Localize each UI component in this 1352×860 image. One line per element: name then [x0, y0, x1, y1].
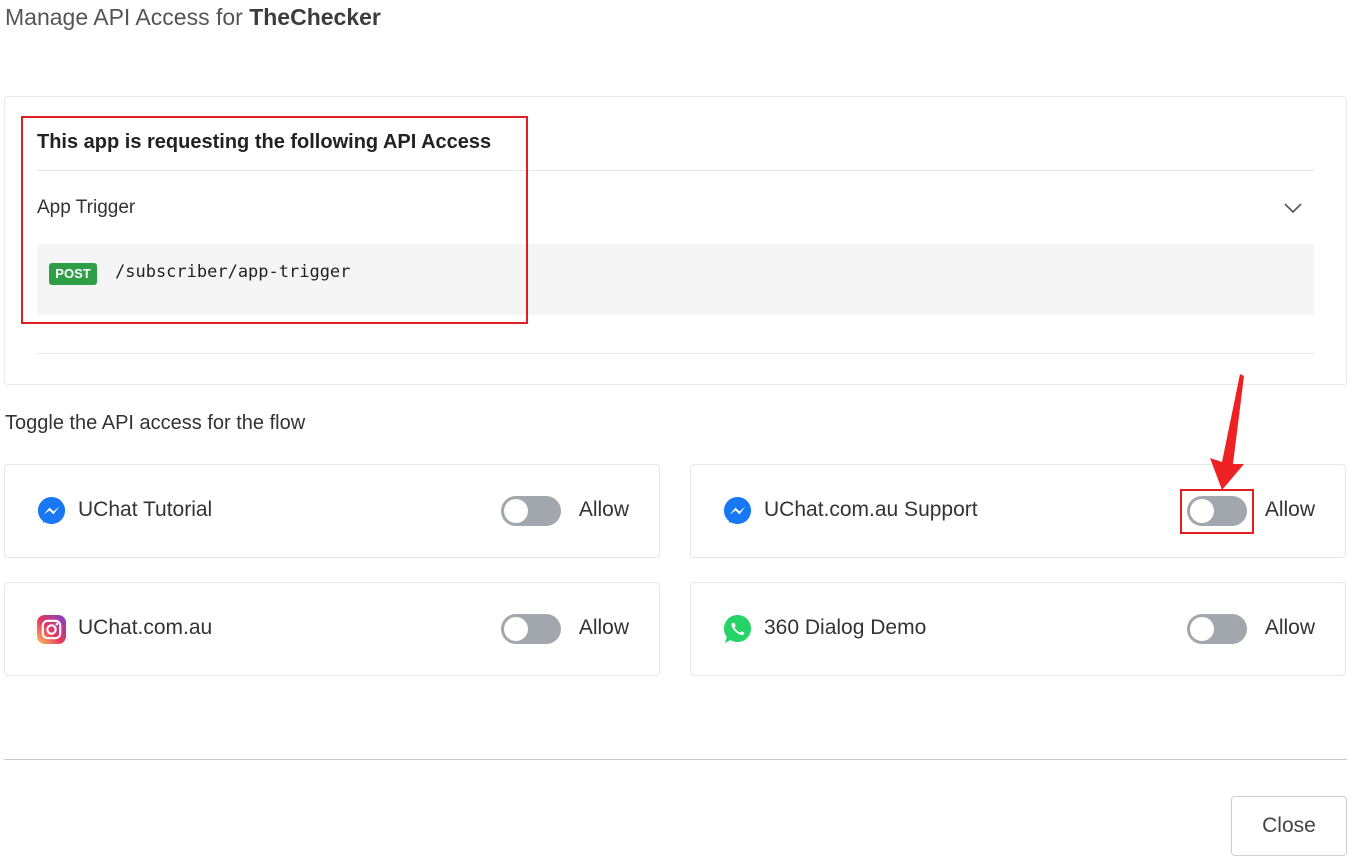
api-access-card: This app is requesting the following API… — [4, 96, 1347, 385]
app-trigger-accordion[interactable]: App Trigger — [37, 193, 1314, 223]
flow-name: UChat Tutorial — [78, 498, 213, 521]
chevron-down-icon[interactable] — [1282, 197, 1304, 219]
footer-divider — [4, 759, 1347, 760]
endpoint-box: POST /subscriber/app-trigger — [37, 244, 1314, 315]
allow-label: Allow — [578, 616, 629, 639]
dialog-title-prefix: Manage API Access for — [5, 4, 250, 30]
flows-heading: Toggle the API access for the flow — [5, 412, 306, 434]
divider — [37, 353, 1314, 354]
allow-label: Allow — [578, 498, 629, 521]
flow-card: UChat Tutorial Allow — [4, 464, 660, 558]
dialog-title: Manage API Access for TheChecker — [5, 4, 381, 31]
allow-toggle[interactable] — [1187, 496, 1247, 526]
allow-toggle[interactable] — [501, 614, 561, 644]
allow-toggle[interactable] — [1187, 614, 1247, 644]
http-method-badge: POST — [49, 263, 97, 285]
close-button[interactable]: Close — [1231, 796, 1347, 856]
flow-card: UChat.com.au Support Allow — [690, 464, 1346, 558]
flow-name: UChat.com.au — [78, 616, 213, 639]
divider — [37, 170, 1314, 171]
allow-label: Allow — [1264, 498, 1315, 521]
toggle-knob — [1190, 499, 1214, 523]
whatsapp-icon — [722, 614, 753, 645]
toggle-knob — [504, 499, 528, 523]
app-name: TheChecker — [249, 4, 381, 30]
toggle-knob — [1190, 617, 1214, 641]
messenger-icon — [36, 496, 67, 527]
flow-name: 360 Dialog Demo — [764, 616, 927, 639]
flow-card: UChat.com.au Allow — [4, 582, 660, 676]
flow-card: 360 Dialog Demo Allow — [690, 582, 1346, 676]
instagram-icon — [36, 614, 67, 645]
allow-toggle[interactable] — [501, 496, 561, 526]
messenger-icon — [722, 496, 753, 527]
api-access-heading: This app is requesting the following API… — [37, 131, 492, 153]
toggle-knob — [504, 617, 528, 641]
app-trigger-label: App Trigger — [37, 197, 136, 218]
endpoint-path: /subscriber/app-trigger — [115, 262, 351, 282]
allow-label: Allow — [1264, 616, 1315, 639]
flow-name: UChat.com.au Support — [764, 498, 978, 521]
